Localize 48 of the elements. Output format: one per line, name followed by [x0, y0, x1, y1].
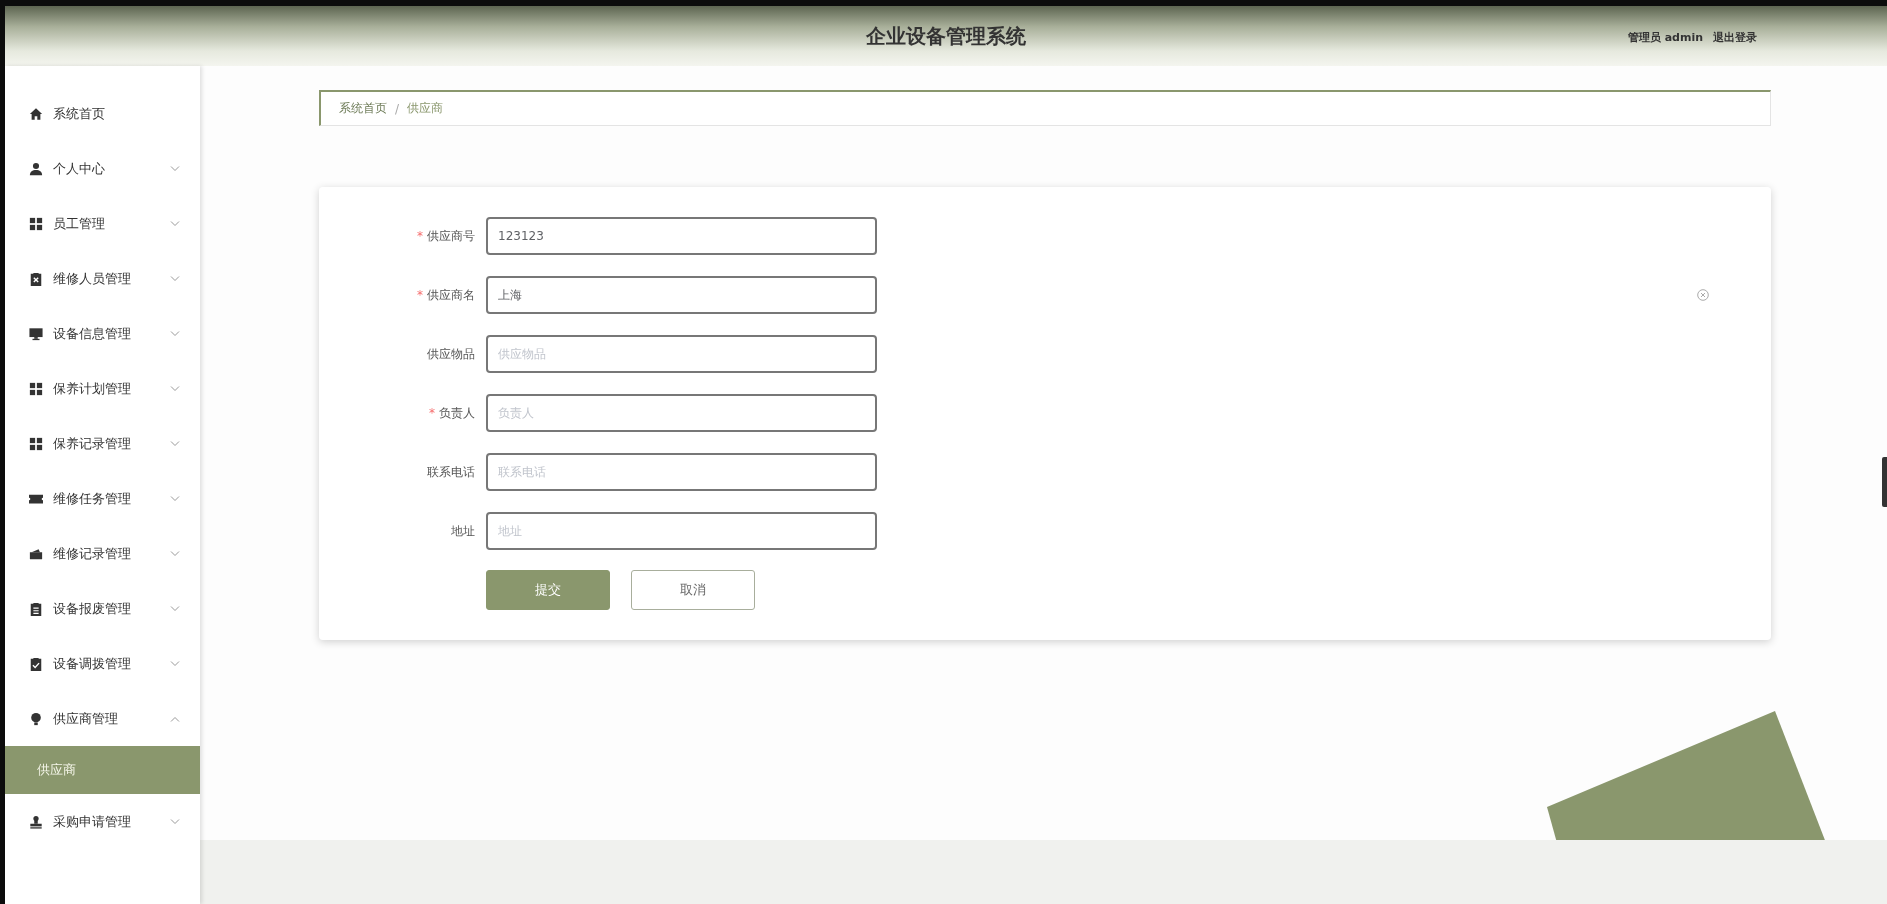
required-mark: *	[417, 288, 423, 302]
sidebar-item[interactable]: 保养记录管理	[5, 416, 200, 471]
clipboard-icon	[29, 271, 43, 286]
user-label: 管理员 admin	[1627, 30, 1703, 45]
grid-icon	[29, 436, 43, 451]
sidebar-item[interactable]: 设备报废管理	[5, 581, 200, 636]
input-field[interactable]: 负责人	[486, 394, 877, 432]
cancel-button[interactable]: 取消	[631, 570, 755, 610]
input-field[interactable]: 供应物品	[486, 335, 877, 373]
field-label: 地址	[451, 522, 475, 540]
sidebar-item[interactable]: 维修记录管理	[5, 526, 200, 581]
clear-icon[interactable]	[1697, 289, 1709, 301]
grid-icon	[29, 216, 43, 231]
field-label: 负责人	[439, 404, 475, 422]
sidebar-item[interactable]: 维修人员管理	[5, 251, 200, 306]
sidebar-item[interactable]: 保养计划管理	[5, 361, 200, 416]
side-handle[interactable]	[1882, 457, 1887, 507]
logout-link[interactable]: 退出登录	[1713, 30, 1757, 45]
clipboard-check-icon	[29, 656, 43, 671]
input-field[interactable]: 联系电话	[486, 453, 877, 491]
sidebar-item[interactable]: 个人中心	[5, 141, 200, 196]
sidebar-item[interactable]: 设备信息管理	[5, 306, 200, 361]
app-title: 企业设备管理系统	[866, 22, 1026, 50]
input-field[interactable]: 地址	[486, 512, 877, 550]
field-label: 供应商号	[427, 227, 475, 245]
field-label: 供应物品	[427, 345, 475, 363]
sidebar-item[interactable]: 系统首页	[5, 86, 200, 141]
bulb-icon	[29, 711, 43, 726]
monitor-icon	[29, 326, 43, 341]
sidebar-item[interactable]: 设备调拨管理	[5, 636, 200, 691]
required-mark: *	[417, 229, 423, 243]
user-icon	[29, 161, 43, 176]
input-field[interactable]: 上海	[486, 276, 877, 314]
stamp-icon	[29, 814, 43, 829]
wallet-icon	[29, 546, 43, 561]
grid-icon	[29, 381, 43, 396]
sidebar-item[interactable]: 供应商管理	[5, 691, 200, 746]
input-field[interactable]: 123123	[486, 217, 877, 255]
breadcrumb-separator: /	[395, 101, 400, 116]
sidebar-item[interactable]: 维修任务管理	[5, 471, 200, 526]
field-label: 联系电话	[427, 463, 475, 481]
sidebar-item[interactable]: 采购申请管理	[5, 794, 200, 849]
clipboard-icon	[29, 601, 43, 616]
field-label: 供应商名	[427, 286, 475, 304]
home-icon	[29, 106, 43, 121]
sidebar-item[interactable]: 员工管理	[5, 196, 200, 251]
required-mark: *	[429, 406, 435, 420]
breadcrumb-link[interactable]: 系统首页	[339, 100, 387, 117]
